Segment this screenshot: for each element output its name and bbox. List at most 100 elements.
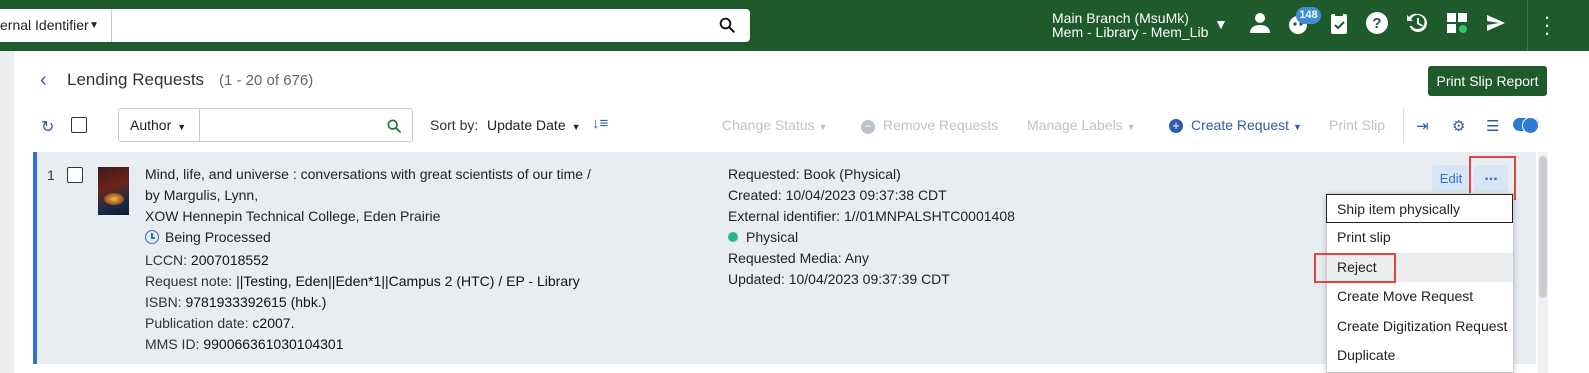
isbn-field: ISBN: 9781933392615 (hbk.) <box>145 294 326 310</box>
created-field: Created: 10/04/2023 09:37:38 CDT <box>728 187 947 203</box>
history-icon[interactable] <box>1405 11 1431 37</box>
search-field-select[interactable]: Author ▼ <box>118 108 200 142</box>
author-name: Margulis, Lynn, <box>163 187 259 203</box>
isbn-value: 9781933392615 (hbk.) <box>185 294 327 310</box>
record-title[interactable]: Mind, life, and universe : conversations… <box>145 166 591 182</box>
updated-label: Updated: <box>728 271 785 287</box>
format-value: Physical <box>746 229 799 245</box>
author-prefix: by <box>145 187 160 203</box>
menu-item-create-digitization-request[interactable]: Create Digitization Request <box>1327 312 1513 341</box>
external-identifier-field: External identifier: 1//01MNPALSHTC00014… <box>728 208 1015 224</box>
external-identifier-label: External identifier: <box>728 208 841 224</box>
page-title: Lending Requests <box>67 70 205 89</box>
results-count: (1 - 20 of 676) <box>219 72 314 89</box>
location-chevron-icon[interactable]: ▼ <box>1214 16 1228 32</box>
mms-id-field: MMS ID: 990066361030104301 <box>145 336 344 352</box>
chevron-down-icon: ▼ <box>1126 122 1136 132</box>
user-icon[interactable] <box>1248 11 1274 37</box>
highlight-box <box>1314 253 1396 283</box>
format-field: Physical <box>728 229 798 245</box>
updated-field: Updated: 10/04/2023 09:37:39 CDT <box>728 271 950 287</box>
requested-label: Requested: <box>728 166 800 182</box>
create-request-label: Create Request <box>1191 117 1290 133</box>
widgets-icon[interactable] <box>1445 11 1471 37</box>
sort-by-value: Update Date <box>487 117 566 133</box>
help-icon[interactable]: ? <box>1365 11 1391 37</box>
mms-id-value: 990066361030104301 <box>203 336 344 352</box>
search-icon[interactable] <box>386 118 402 134</box>
row-actions-menu: Ship item physically Print slip Reject C… <box>1326 193 1514 373</box>
refresh-icon[interactable]: ↻ <box>41 117 54 137</box>
change-status-menu[interactable]: Change Status ▼ <box>722 117 827 133</box>
request-note-value: ||Testing, Eden||Eden*1||Campus 2 (HTC) … <box>236 273 580 289</box>
view-toggle[interactable] <box>1513 117 1539 134</box>
clock-icon <box>145 230 159 244</box>
menu-item-create-move-request[interactable]: Create Move Request <box>1327 282 1513 311</box>
updated-value: 10/04/2023 09:37:39 CDT <box>788 271 950 287</box>
search-scope-label: ernal Identifier <box>0 17 89 33</box>
branch-name: Main Branch (MsuMk) <box>1052 10 1189 26</box>
export-icon[interactable]: ⇥ <box>1416 117 1429 135</box>
requested-media-field: Requested Media: Any <box>728 250 869 266</box>
publication-date-field: Publication date: c2007. <box>145 315 294 331</box>
create-request-menu[interactable]: + Create Request ▼ <box>1169 117 1302 133</box>
remove-requests-button[interactable]: − Remove Requests <box>861 117 998 134</box>
author-search-input[interactable] <box>199 108 413 142</box>
chevron-down-icon: ▼ <box>177 122 187 132</box>
manage-labels-menu[interactable]: Manage Labels ▼ <box>1027 117 1136 133</box>
current-location[interactable]: Main Branch (MsuMk) Mem - Library - Mem_… <box>1052 11 1208 39</box>
tasks-badge: 148 <box>1296 7 1321 24</box>
lccn-field: LCCN: 2007018552 <box>145 252 269 268</box>
menu-item-duplicate[interactable]: Duplicate <box>1327 341 1513 370</box>
created-label: Created: <box>728 187 782 203</box>
chevron-down-icon: ▼ <box>89 20 99 31</box>
row-number: 1 <box>47 167 55 183</box>
list-view-icon[interactable]: ☰ <box>1486 117 1499 135</box>
status-dot-icon <box>728 232 738 242</box>
divider <box>1527 0 1528 51</box>
divider <box>1403 108 1404 142</box>
created-value: 10/04/2023 09:37:38 CDT <box>785 187 947 203</box>
back-arrow-icon[interactable]: ‹ <box>40 69 47 92</box>
requested-media-value: Any <box>844 250 869 266</box>
status-label: Being Processed <box>165 229 271 245</box>
search-field-label: Author <box>130 117 172 133</box>
mms-id-label: MMS ID: <box>145 336 200 352</box>
print-slip-report-button[interactable]: Print Slip Report <box>1428 66 1547 96</box>
sort-direction-icon[interactable]: ↓≡ <box>592 115 608 132</box>
top-bar: ernal Identifier ▼ Main Branch (MsuMk) M… <box>0 0 1589 51</box>
lccn-value: 2007018552 <box>190 252 269 268</box>
menu-item-ship-item-physically[interactable]: Ship item physically <box>1326 194 1513 223</box>
sort-by-select[interactable]: Update Date ▼ <box>487 117 581 133</box>
request-status: Being Processed <box>145 229 271 245</box>
isbn-label: ISBN: <box>145 294 182 310</box>
change-status-label: Change Status <box>722 117 815 133</box>
select-all-checkbox[interactable] <box>71 117 87 133</box>
lccn-label: LCCN: <box>145 252 188 268</box>
chevron-down-icon: ▼ <box>1292 122 1302 132</box>
chevron-down-icon: ▼ <box>818 122 828 132</box>
edit-button[interactable]: Edit <box>1432 165 1470 192</box>
scrollbar-thumb[interactable] <box>1539 156 1547 298</box>
search-icon[interactable] <box>718 16 736 34</box>
plane-icon[interactable] <box>1484 11 1510 37</box>
menu-item-print-slip[interactable]: Print slip <box>1327 223 1513 252</box>
row-checkbox[interactable] <box>67 167 83 183</box>
book-cover-thumbnail[interactable] <box>98 167 129 215</box>
request-note-label: Request note: <box>145 273 233 289</box>
chevron-down-icon: ▼ <box>571 122 581 132</box>
sort-by-label: Sort by: <box>430 117 479 133</box>
kebab-menu-icon[interactable]: · · · <box>1542 6 1552 44</box>
global-search-input[interactable] <box>111 9 750 42</box>
record-author: by Margulis, Lynn, <box>145 187 258 203</box>
print-slip-button[interactable]: Print Slip <box>1329 117 1385 133</box>
library-name: Mem - Library - Mem_Lib <box>1052 24 1209 40</box>
settings-icon[interactable]: ⚙ <box>1452 117 1465 135</box>
search-scope-select[interactable]: ernal Identifier ▼ <box>0 9 111 42</box>
remove-requests-label: Remove Requests <box>883 117 999 133</box>
request-note-field: Request note: ||Testing, Eden||Eden*1||C… <box>145 273 580 289</box>
requested-field: Requested: Book (Physical) <box>728 166 901 182</box>
publication-date-label: Publication date: <box>145 315 249 331</box>
requested-value: Book (Physical) <box>803 166 901 182</box>
clipboard-icon[interactable] <box>1327 11 1353 37</box>
